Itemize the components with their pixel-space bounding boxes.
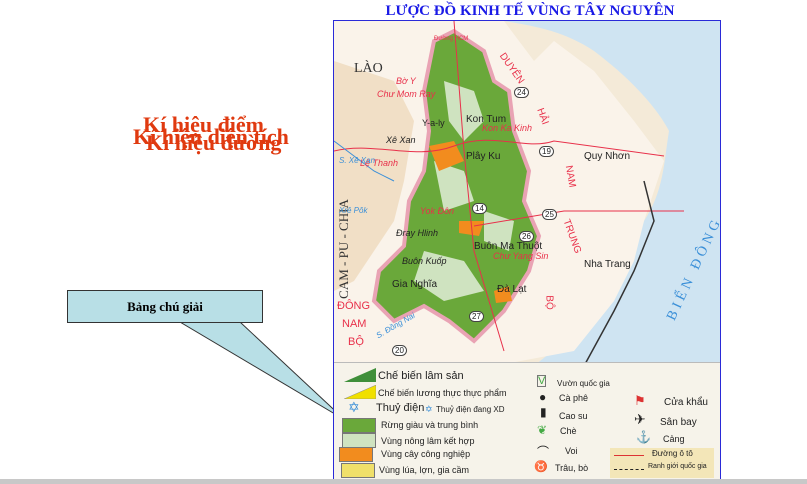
national-park-icon: V xyxy=(537,375,547,387)
legend-road: Đường ô tô xyxy=(652,449,693,458)
legend-callout: Bảng chú giải xyxy=(67,290,263,323)
road-20: 20 xyxy=(392,345,407,356)
place-buon-kuop: Buôn Kuốp xyxy=(402,256,447,266)
agroforest-swatch xyxy=(342,433,376,448)
legend-national-park: Vườn quốc gia xyxy=(557,379,610,388)
city-nha-trang: Nha Trang xyxy=(584,259,631,270)
legend-elephant: Voi xyxy=(565,446,578,456)
road-line-icon xyxy=(614,455,644,456)
country-label-laos: LÀO xyxy=(354,61,383,76)
border-gate-chu-mom-ray: Chư Mom Ray xyxy=(377,89,436,99)
buffalo-icon: ♉ xyxy=(534,461,548,473)
border-gate-icon: ⚑ xyxy=(634,393,646,408)
legend-buffalo: Trâu, bò xyxy=(555,463,589,473)
airport-icon: ✈ xyxy=(634,411,646,427)
legend-port: Cảng xyxy=(663,434,685,444)
port-icon: ⚓ xyxy=(636,430,651,444)
legend-food-processing: Chế biến lương thực thực phẩm xyxy=(378,388,507,398)
park-kon-ka-kinh: Kon Ka Kinh xyxy=(482,123,533,133)
legend-border-gate: Cửa khẩu xyxy=(664,397,708,408)
city-quy-nhon: Quy Nhơn xyxy=(584,151,631,162)
place-xe-xan: Xê Xan xyxy=(386,135,416,145)
legend-tea: Chè xyxy=(560,426,577,436)
map-frame: LÀO CAM - PU - CHIA DUYÊN HẢI NAM TRUNG … xyxy=(333,20,721,481)
tea-icon: ❦ xyxy=(537,423,548,437)
elephant-icon: ⌒ xyxy=(537,445,550,459)
park-chu-yang-sin: Chư Yang Sin xyxy=(493,251,549,261)
hydropower-construction-icon: ✡ xyxy=(425,404,433,414)
legend-hydropower-construction: Thuỷ điện đang XD xyxy=(436,405,505,414)
park-yok-don: Yok Đôn xyxy=(420,206,455,216)
road-27: 27 xyxy=(469,311,484,322)
legend-agroforest: Vùng nông lâm kết hợp xyxy=(381,436,475,446)
legend-national-border: Ranh giới quốc gia xyxy=(648,463,707,470)
map-graphic xyxy=(334,21,720,366)
legend-hydropower: Thuỷ điện xyxy=(376,402,425,414)
road-14: 14 xyxy=(472,203,487,214)
city-da-lat: Đà Lạt xyxy=(497,284,527,295)
road-26: 26 xyxy=(519,231,534,242)
forest-swatch xyxy=(342,418,376,433)
road-19: 19 xyxy=(539,146,554,157)
coffee-icon: ● xyxy=(539,390,547,404)
callout-label: Bảng chú giải xyxy=(127,298,203,314)
map-legend: Chế biến lâm sản Chế biến lương thực thự… xyxy=(334,362,720,480)
legend-forest-processing: Chế biến lâm sản xyxy=(378,370,464,382)
legend-rice: Vùng lúa, lợn, gia cầm xyxy=(379,465,469,475)
legend-rubber: Cao su xyxy=(559,411,588,421)
region-label-nam-bo-1: NAM xyxy=(342,318,367,330)
region-label-dong: ĐÔNG xyxy=(337,300,370,312)
place-dray-hlinh: Đray Hlinh xyxy=(396,228,439,238)
forest-processing-icon xyxy=(344,368,376,382)
bottom-bar xyxy=(0,479,807,484)
region-label-nam-bo-2: BỘ xyxy=(348,336,364,348)
region-label-bo: BỘ xyxy=(543,295,555,310)
road-legend-box: Đường ô tô Ranh giới quốc gia xyxy=(610,448,714,478)
legend-coffee: Cà phê xyxy=(559,393,589,403)
road-25: 25 xyxy=(542,209,557,220)
food-processing-icon xyxy=(344,385,376,399)
legend-forest: Rừng giàu và trung bình xyxy=(381,420,479,430)
place-yaly: Y-a-ly xyxy=(422,118,445,128)
rice-swatch xyxy=(341,463,375,478)
river-xe-xan: S. Xê Xan xyxy=(339,156,376,165)
industrial-swatch xyxy=(339,447,373,462)
rubber-icon: ▮ xyxy=(540,405,547,419)
border-gate-bo-y: Bờ Y xyxy=(396,76,416,86)
road-label-hcm: Đường HCM xyxy=(434,36,469,42)
river-xre-pok: Xrê Pôk xyxy=(339,206,368,215)
border-line-icon xyxy=(614,469,644,470)
legend-industrial: Vùng cây công nghiệp xyxy=(381,449,471,459)
city-play-ku: Plây Ku xyxy=(466,151,501,162)
city-gia-nghia: Gia Nghĩa xyxy=(392,279,438,290)
legend-airport: Sân bay xyxy=(660,417,697,428)
hydropower-icon: ✡ xyxy=(348,399,360,415)
road-24: 24 xyxy=(514,87,529,98)
